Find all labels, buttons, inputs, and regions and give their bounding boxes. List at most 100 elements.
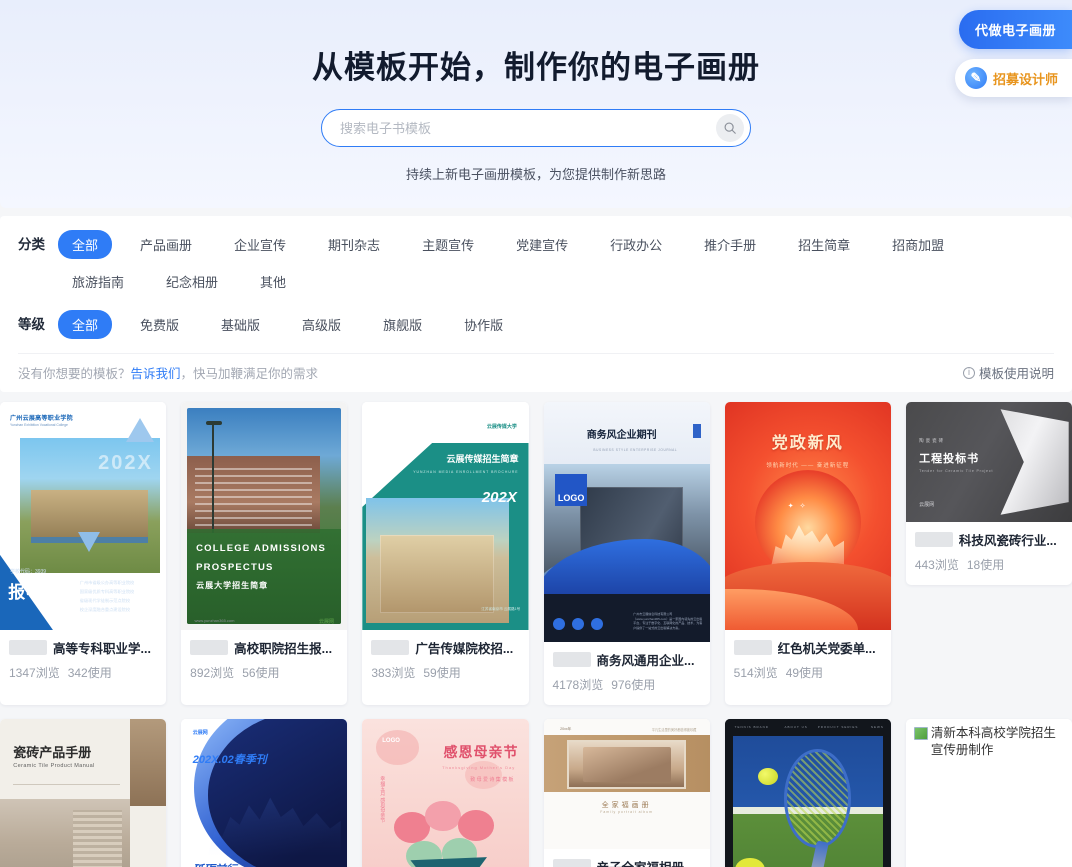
art-year: 202X.02春季刊 (192, 754, 267, 767)
thumbnail-art-teal-media: 云展传媒大学 云展传媒招生简章 YUNZHAN MEDIA ENROLLMENT… (362, 402, 529, 630)
thumbnail-art-ceramic-bid: 陶瓷瓷砖 工程投标书 Tender for Ceramic Tile Proje… (905, 402, 1072, 522)
template-thumbnail[interactable]: 云展传媒大学 云展传媒招生简章 YUNZHAN MEDIA ENROLLMENT… (362, 402, 529, 630)
card-views: 514浏览 (733, 666, 778, 680)
art-bullet: 校企深度融合重点建设院校 (79, 606, 131, 612)
template-card[interactable]: TENNIS BRAND ABOUT US PRODUCT SERIES NEW… (724, 719, 891, 867)
card-stats: 383浏览 59使用 (371, 664, 519, 681)
category-filter-row: 分类 全部 产品画册 企业宣传 期刊杂志 主题宣传 党建宣传 行政办公 推介手册… (18, 230, 1054, 304)
art-school-name-en: Yunzhan Exhibition Vocational College (9, 422, 68, 427)
level-badge-placeholder (371, 640, 410, 655)
template-thumbnail[interactable]: 陶瓷瓷砖 工程投标书 Tender for Ceramic Tile Proje… (905, 402, 1072, 522)
template-card[interactable]: 瓷砖产品手册 Ceramic Tile Product Manual 云展瓷砖 (0, 719, 167, 867)
template-card[interactable]: COLLEGE ADMISSIONS PROSPECTUS 云展大学招生简章 w… (181, 402, 348, 705)
card-title: 高等专科职业学... (53, 642, 151, 656)
category-chip-9[interactable]: 招商加盟 (878, 230, 958, 259)
category-chip-7[interactable]: 推介手册 (690, 230, 770, 259)
template-card[interactable]: 云展网 202X.02春季刊 砥砺前行 创新发展 202X年度部分公司总结大会 (181, 719, 348, 867)
card-uses: 59使用 (423, 666, 461, 680)
card-meta: 高等专科职业学... 1347浏览 342使用 (0, 630, 166, 693)
art-title: 工程投标书 (919, 453, 980, 465)
hint-row: 没有你想要的模板？ 告诉我们 ，快马加鞭满足你的需求 i 模板使用说明 (18, 353, 1054, 392)
template-thumbnail[interactable]: 清新本科高校学院招生宣传册制作 (905, 719, 1072, 867)
art-bullets: 广州市省级公办高等职业院校 国家级优质专科高等职业院校 省级现代学徒制示范点院校… (80, 580, 160, 616)
category-chip-list: 全部 产品画册 企业宣传 期刊杂志 主题宣传 党建宣传 行政办公 推介手册 招生… (58, 230, 1054, 304)
thumbnail-art-tile-manual: 瓷砖产品手册 Ceramic Tile Product Manual 云展瓷砖 (0, 719, 167, 867)
art-nav-3: PRODUCT SERIES (817, 724, 859, 729)
level-chip-1[interactable]: 免费版 (126, 310, 193, 339)
card-views: 1347浏览 (9, 666, 60, 680)
custom-service-button[interactable]: 代做电子画册 (958, 10, 1072, 49)
art-title: 瓷砖产品手册 (13, 744, 92, 760)
template-thumbnail[interactable]: TENNIS BRAND ABOUT US PRODUCT SERIES NEW… (724, 719, 891, 867)
card-uses: 49使用 (785, 666, 824, 680)
hero-subtitle: 持续上新电子画册模板，为您提供制作新思路 (405, 167, 666, 182)
art-subtitle: Family portrait album (600, 810, 653, 814)
search-button[interactable] (716, 114, 744, 142)
level-chip-2[interactable]: 基础版 (207, 310, 274, 339)
hint-prefix: 没有你想要的模板？ (18, 367, 131, 381)
thumbnail-art-family-album: 20xx年 平凡生活里的美好都值得被珍藏 全家福画册 Family portra… (543, 719, 710, 849)
category-chip-2[interactable]: 企业宣传 (220, 230, 300, 259)
card-title: 高校职院招生报... (234, 642, 333, 656)
category-chip-5[interactable]: 党建宣传 (502, 230, 582, 259)
template-card[interactable]: 清新本科高校学院招生宣传册制作 清新本科高校学... 680浏览 123使用 (905, 719, 1072, 867)
art-school-code: 学校代码：3939 (9, 569, 47, 576)
search-box[interactable] (321, 109, 751, 147)
template-help-link[interactable]: i 模板使用说明 (962, 363, 1054, 382)
card-views: 892浏览 (190, 666, 235, 680)
tell-us-link[interactable]: 告诉我们 (131, 363, 181, 382)
template-help-label: 模板使用说明 (978, 367, 1054, 381)
template-thumbnail[interactable]: 商务风企业期刊 BUSINESS STYLE ENTERPRISE JOURNA… (543, 402, 710, 642)
category-chip-12[interactable]: 其他 (246, 267, 300, 296)
card-title: 红色机关党委单... (777, 642, 876, 656)
template-thumbnail[interactable]: ✦ ✧ 党政新风 领航新时代 —— 奋进新征程 (724, 402, 891, 630)
category-chip-3[interactable]: 期刊杂志 (314, 230, 394, 259)
art-subtitle: BUSINESS STYLE ENTERPRISE JOURNAL (593, 447, 678, 452)
category-chip-all[interactable]: 全部 (58, 230, 113, 259)
category-chip-8[interactable]: 招生简章 (784, 230, 864, 259)
template-thumbnail[interactable]: 20xx年 平凡生活里的美好都值得被珍藏 全家福画册 Family portra… (543, 719, 710, 849)
template-card[interactable]: LOGO 感恩母亲节 Thanksgiving Mother's Day 致 母… (362, 719, 529, 867)
level-chip-5[interactable]: 协作版 (450, 310, 517, 339)
card-stats: 514浏览 49使用 (734, 664, 882, 681)
template-card[interactable]: 商务风企业期刊 BUSINESS STYLE ENTERPRISE JOURNA… (543, 402, 710, 705)
hero-banner: 从模板开始，制作你的电子画册 持续上新电子画册模板，为您提供制作新思路 代做电子… (0, 0, 1072, 208)
level-chip-3[interactable]: 高级版 (288, 310, 355, 339)
art-year: 202X (481, 488, 517, 506)
thumbnail-art-blue-city: 云展网 202X.02春季刊 砥砺前行 创新发展 202X年度部分公司总结大会 (181, 719, 348, 867)
level-chip-all[interactable]: 全部 (58, 310, 113, 339)
thumbnail-art-business-journal: 商务风企业期刊 BUSINESS STYLE ENTERPRISE JOURNA… (543, 402, 710, 642)
template-thumbnail[interactable]: 广州云展高等职业学院 Yunzhan Exhibition Vocational… (0, 402, 167, 630)
template-thumbnail[interactable]: LOGO 感恩母亲节 Thanksgiving Mother's Day 致 母… (362, 719, 529, 867)
art-line3: 云展大学招生简章 (196, 580, 269, 590)
category-chip-10[interactable]: 旅游指南 (58, 267, 138, 296)
template-card[interactable]: 陶瓷瓷砖 工程投标书 Tender for Ceramic Tile Proje… (905, 402, 1072, 585)
level-chip-4[interactable]: 旗舰版 (369, 310, 436, 339)
art-school-name: 广州云展高等职业学院 (9, 416, 73, 423)
category-filter-label: 分类 (18, 237, 45, 252)
template-thumbnail[interactable]: COLLEGE ADMISSIONS PROSPECTUS 云展大学招生简章 w… (181, 402, 348, 630)
level-badge-placeholder (733, 640, 772, 655)
template-thumbnail[interactable]: 云展网 202X.02春季刊 砥砺前行 创新发展 202X年度部分公司总结大会 (181, 719, 348, 867)
template-card[interactable]: 20xx年 平凡生活里的美好都值得被珍藏 全家福画册 Family portra… (543, 719, 710, 867)
art-title: 全家福画册 (601, 801, 652, 809)
level-badge-placeholder (9, 640, 47, 655)
template-card[interactable]: ✦ ✧ 党政新风 领航新时代 —— 奋进新征程 红色机关党委单... 514浏览… (724, 402, 891, 705)
category-chip-6[interactable]: 行政办公 (596, 230, 676, 259)
hint-suffix: ，快马加鞭满足你的需求 (180, 367, 319, 381)
level-filter-row: 等级 全部 免费版 基础版 高级版 旗舰版 协作版 (18, 310, 1054, 347)
art-nav-4: NEWS (870, 724, 884, 729)
template-card[interactable]: 云展传媒大学 云展传媒招生简章 YUNZHAN MEDIA ENROLLMENT… (362, 402, 529, 705)
card-meta: 高校职院招生报... 892浏览 56使用 (181, 630, 347, 693)
card-uses: 342使用 (67, 666, 112, 680)
category-chip-1[interactable]: 产品画册 (126, 230, 206, 259)
template-thumbnail[interactable]: 瓷砖产品手册 Ceramic Tile Product Manual 云展瓷砖 (0, 719, 167, 867)
card-stats: 1347浏览 342使用 (9, 664, 157, 681)
level-badge-placeholder (190, 640, 229, 655)
level-badge-placeholder (552, 859, 591, 867)
category-chip-4[interactable]: 主题宣传 (408, 230, 488, 259)
category-chip-11[interactable]: 纪念相册 (152, 267, 232, 296)
template-card[interactable]: 广州云展高等职业学院 Yunzhan Exhibition Vocational… (0, 402, 167, 705)
recruit-designer-button[interactable]: ✎ 招募设计师 (954, 59, 1072, 97)
search-input[interactable] (340, 120, 716, 136)
